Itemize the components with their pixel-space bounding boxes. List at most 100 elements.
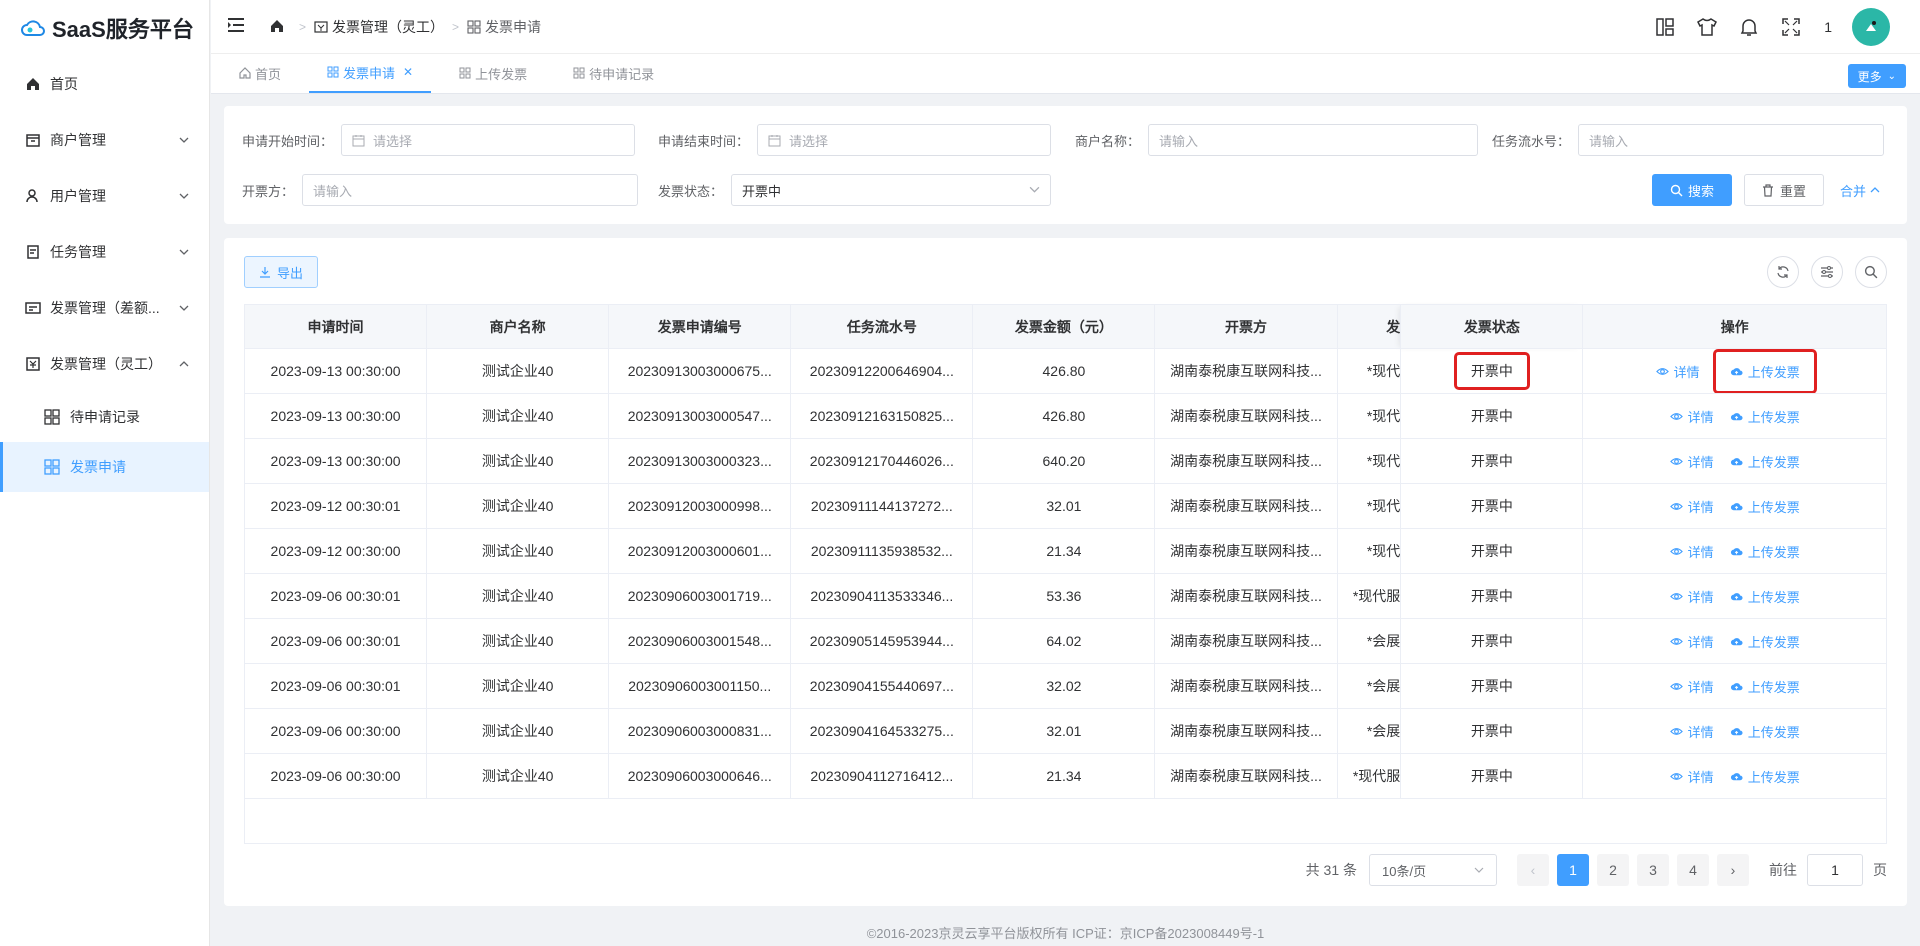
search-button[interactable]: 搜索 bbox=[1652, 174, 1732, 206]
upload-invoice-link[interactable]: 上传发票 bbox=[1730, 632, 1800, 651]
detail-label: 详情 bbox=[1687, 499, 1714, 515]
upload-invoice-link[interactable]: 上传发票 bbox=[1712, 349, 1817, 393]
more-tabs-button[interactable]: 更多 ⌄ bbox=[1847, 64, 1906, 88]
column-header[interactable]: 商户名称 bbox=[426, 304, 610, 349]
upload-invoice-link[interactable]: 上传发票 bbox=[1730, 497, 1800, 516]
table-cell: 开票中 bbox=[1400, 348, 1584, 394]
eye-icon bbox=[1669, 680, 1683, 693]
page-size-value: 10条/页 bbox=[1382, 863, 1427, 879]
table-cell-actions: 详情 上传发票 bbox=[1582, 483, 1887, 529]
detail-link[interactable]: 详情 bbox=[1669, 452, 1714, 471]
invoice-table: 申请时间 商户名称 发票申请编号 任务流水号 发票金额（元） 开票方 发 发票状… bbox=[243, 304, 1887, 844]
upload-label: 上传发票 bbox=[1747, 724, 1800, 740]
detail-link[interactable]: 详情 bbox=[1669, 767, 1714, 786]
issuer-input[interactable]: 请输入 bbox=[302, 174, 639, 206]
merchant-name-input[interactable]: 请输入 bbox=[1148, 124, 1479, 156]
status-badge: 开票中 bbox=[1470, 678, 1513, 694]
invoice-icon bbox=[24, 355, 42, 373]
export-button[interactable]: 导出 bbox=[244, 256, 319, 288]
table-cell: 测试企业40 bbox=[426, 483, 610, 529]
detail-link[interactable]: 详情 bbox=[1669, 677, 1714, 696]
sidebar-subitem-invoice-apply[interactable]: 发票申请 bbox=[0, 442, 209, 492]
detail-label: 详情 bbox=[1687, 769, 1714, 785]
table-cell: 开票中 bbox=[1400, 528, 1584, 574]
invoice-icon bbox=[314, 20, 328, 34]
fullscreen-icon[interactable] bbox=[1780, 16, 1802, 38]
column-header[interactable]: 任务流水号 bbox=[790, 304, 974, 349]
column-header[interactable]: 发 bbox=[1336, 304, 1402, 349]
column-header[interactable]: 操作 bbox=[1582, 304, 1887, 349]
column-header[interactable]: 发票金额（元） bbox=[972, 304, 1156, 349]
sidebar-item-label: 用户管理 bbox=[50, 188, 106, 204]
sidebar-item-home[interactable]: 首页 bbox=[0, 56, 209, 112]
cell-text: 测试企业40 bbox=[481, 678, 554, 694]
detail-link[interactable]: 详情 bbox=[1669, 407, 1714, 426]
page-button[interactable]: 1 bbox=[1557, 854, 1589, 886]
tab-upload-invoice[interactable]: 上传发票 bbox=[441, 53, 545, 93]
page-tabs: 首页 发票申请 ✕ 上传发票 待申请记录 更多 ⌄ bbox=[211, 54, 1920, 94]
table-cell: 20230906003000831... bbox=[608, 708, 792, 754]
column-settings-button[interactable] bbox=[1811, 256, 1843, 288]
prev-page-button[interactable]: ‹ bbox=[1517, 854, 1549, 886]
detail-link[interactable]: 详情 bbox=[1669, 497, 1714, 516]
cloud-upload-icon bbox=[1730, 725, 1743, 738]
reset-button[interactable]: 重置 bbox=[1744, 174, 1824, 206]
layout-icon[interactable] bbox=[1654, 16, 1676, 38]
filter-panel: 申请开始时间： 请选择 申请结束时间： 请选择 商户名称： 请输入 任务流水号：… bbox=[224, 106, 1907, 224]
tab-invoice-apply[interactable]: 发票申请 ✕ bbox=[309, 53, 432, 93]
detail-link[interactable]: 详情 bbox=[1655, 362, 1700, 381]
upload-invoice-link[interactable]: 上传发票 bbox=[1730, 407, 1800, 426]
tab-pending-records[interactable]: 待申请记录 bbox=[555, 53, 672, 93]
close-icon[interactable]: ✕ bbox=[403, 65, 413, 79]
sidebar-subitem-pending[interactable]: 待申请记录 bbox=[0, 392, 209, 442]
app-logo[interactable]: SaaS服务平台 bbox=[0, 0, 209, 56]
sidebar-item-invoice-diff[interactable]: 发票管理（差额... bbox=[0, 280, 209, 336]
page-size-select[interactable]: 10条/页 bbox=[1369, 854, 1497, 886]
download-icon bbox=[259, 266, 271, 278]
grid-icon bbox=[44, 409, 60, 425]
refresh-button[interactable] bbox=[1767, 256, 1799, 288]
status-select[interactable]: 开票中 bbox=[731, 174, 1052, 206]
sidebar-item-users[interactable]: 用户管理 bbox=[0, 168, 209, 224]
task-serial-input[interactable]: 请输入 bbox=[1578, 124, 1885, 156]
tab-home[interactable]: 首页 bbox=[221, 53, 299, 93]
toggle-search-button[interactable] bbox=[1855, 256, 1887, 288]
upload-invoice-link[interactable]: 上传发票 bbox=[1730, 587, 1800, 606]
upload-invoice-link[interactable]: 上传发票 bbox=[1730, 542, 1800, 561]
detail-link[interactable]: 详情 bbox=[1669, 632, 1714, 651]
table-cell: *现代 bbox=[1336, 348, 1402, 394]
page-button[interactable]: 2 bbox=[1597, 854, 1629, 886]
column-header[interactable]: 发票状态 bbox=[1400, 304, 1584, 349]
column-header[interactable]: 发票申请编号 bbox=[608, 304, 792, 349]
home-icon bbox=[24, 75, 42, 93]
detail-link[interactable]: 详情 bbox=[1669, 722, 1714, 741]
sidebar-item-merchant[interactable]: 商户管理 bbox=[0, 112, 209, 168]
collapse-filter-link[interactable]: 合并 bbox=[1840, 181, 1880, 200]
goto-page-input[interactable]: 1 bbox=[1807, 854, 1863, 886]
page-button[interactable]: 3 bbox=[1637, 854, 1669, 886]
chevron-down-icon bbox=[1474, 865, 1484, 875]
upload-invoice-link[interactable]: 上传发票 bbox=[1730, 767, 1800, 786]
menu-collapse-icon[interactable] bbox=[227, 17, 247, 37]
bell-icon[interactable] bbox=[1738, 16, 1760, 38]
filter-label: 申请结束时间： bbox=[658, 133, 750, 149]
sidebar-item-invoice-flex[interactable]: 发票管理（灵工） bbox=[0, 336, 209, 392]
breadcrumb-item[interactable]: 发票管理（灵工） bbox=[314, 17, 444, 37]
start-date-picker[interactable]: 请选择 bbox=[341, 124, 636, 156]
upload-invoice-link[interactable]: 上传发票 bbox=[1730, 722, 1800, 741]
avatar[interactable] bbox=[1852, 7, 1890, 46]
next-page-button[interactable]: › bbox=[1717, 854, 1749, 886]
column-header[interactable]: 开票方 bbox=[1154, 304, 1338, 349]
upload-invoice-link[interactable]: 上传发票 bbox=[1730, 677, 1800, 696]
status-badge: 开票中 bbox=[1470, 453, 1513, 469]
page-button[interactable]: 4 bbox=[1677, 854, 1709, 886]
detail-link[interactable]: 详情 bbox=[1669, 587, 1714, 606]
end-date-picker[interactable]: 请选择 bbox=[757, 124, 1052, 156]
upload-invoice-link[interactable]: 上传发票 bbox=[1730, 452, 1800, 471]
theme-shirt-icon[interactable] bbox=[1696, 16, 1718, 38]
sidebar-item-tasks[interactable]: 任务管理 bbox=[0, 224, 209, 280]
column-header[interactable]: 申请时间 bbox=[243, 304, 428, 349]
search-button-label: 搜索 bbox=[1687, 183, 1714, 199]
detail-link[interactable]: 详情 bbox=[1669, 542, 1714, 561]
home-icon[interactable] bbox=[269, 18, 287, 36]
